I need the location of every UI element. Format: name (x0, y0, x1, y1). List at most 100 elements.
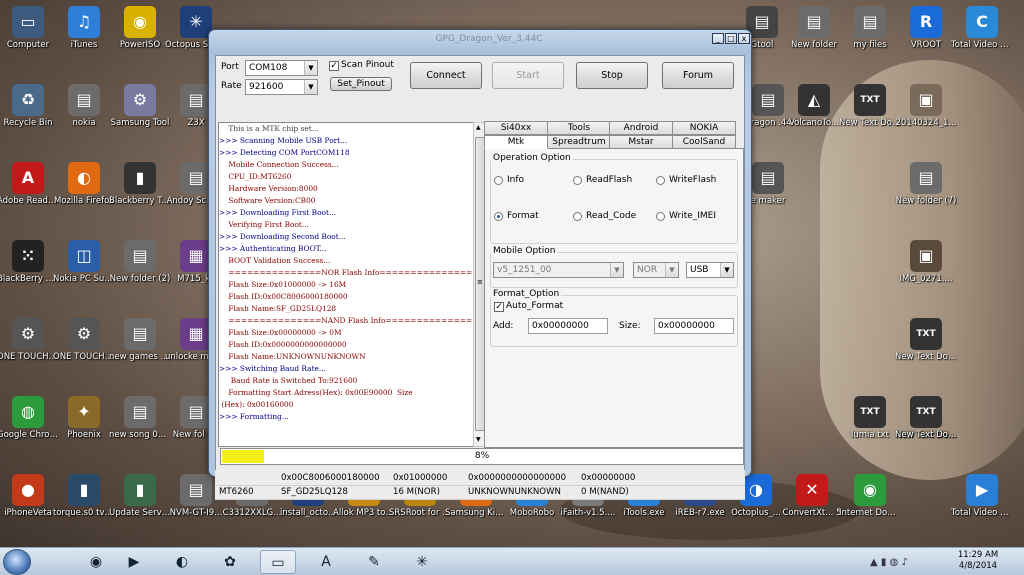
desktop-icon[interactable]: ▤ new games 2014 (109, 318, 171, 362)
taskbar-item[interactable]: ✿ (212, 550, 248, 574)
desktop-icon-label: new games 2014 (109, 352, 171, 362)
maximize-button[interactable]: □ (725, 33, 737, 44)
tab-si40xx[interactable]: Si40xx (484, 121, 548, 135)
minimize-button[interactable]: _ (712, 33, 724, 44)
desktop-icon[interactable]: ✦ Phoenix (53, 396, 115, 440)
tab-android[interactable]: Android (609, 121, 673, 135)
desktop-icon[interactable]: A Adobe Reader 9 (0, 162, 59, 206)
app-icon: ◍ (12, 396, 44, 428)
desktop-icon[interactable]: ◐ Mozilla Firefox (53, 162, 115, 206)
taskbar-item[interactable]: ▶ (116, 550, 152, 574)
desktop-icon-label: lumia.txt (851, 430, 889, 440)
chevron-down-icon[interactable]: ▼ (610, 263, 623, 277)
log-output[interactable]: This is a MTK chip set... >>> Scanning Mo… (218, 122, 474, 447)
radio-format[interactable] (494, 212, 503, 221)
desktop-icon[interactable]: ▤ nokia (53, 84, 115, 128)
desktop-icon[interactable]: TXT New Text Docume... (895, 396, 957, 440)
desktop-icon[interactable]: R VROOT (895, 6, 957, 50)
desktop-icon[interactable]: ♻ Recycle Bin (0, 84, 59, 128)
scroll-down-icon[interactable]: ▼ (476, 436, 481, 443)
scan-pinout-checkbox[interactable]: ✓ (329, 61, 339, 71)
desktop-icon-label: Samsung Tool (110, 118, 170, 128)
desktop-icon-label: ConvertXt... 5 (782, 508, 842, 518)
tab-mstar[interactable]: Mstar (609, 135, 673, 149)
app-icon: ▤ (854, 6, 886, 38)
radio-info[interactable] (494, 176, 503, 185)
desktop-icon[interactable]: ▭ Computer (0, 6, 59, 50)
start-button[interactable]: Start (492, 62, 564, 89)
title-bar[interactable]: GPG_Dragon_Ver_3.44C _ □ x (209, 30, 751, 52)
desktop-icon[interactable]: ▣ IMG_0271.... (895, 240, 957, 284)
taskbar-item[interactable]: ✳ (404, 550, 440, 574)
radio-read_code[interactable] (573, 212, 582, 221)
add-field[interactable]: 0x00000000 (528, 318, 608, 334)
chevron-down-icon[interactable]: ▼ (304, 80, 317, 94)
rate-select[interactable]: 921600 ▼ (245, 79, 318, 95)
radio-writeflash[interactable] (656, 176, 665, 185)
desktop-icon[interactable]: ⁙ BlackBerry Desktop... (0, 240, 59, 284)
window-title: GPG_Dragon_Ver_3.44C (435, 34, 543, 44)
desktop-icon[interactable]: ▣ 20140324_1... (895, 84, 957, 128)
desktop-icon[interactable]: ▤ New folder (7) (895, 162, 957, 206)
start-button[interactable] (3, 549, 31, 575)
desktop-icon[interactable]: ⚙ ONE TOUCH Upgrade S... (53, 318, 115, 362)
log-line: Flash Name:UNKNOWNUNKNOWN (219, 352, 366, 361)
connect-button[interactable]: Connect (410, 62, 482, 89)
desktop-icon[interactable]: ◉ PowerISO (109, 6, 171, 50)
desktop-icon[interactable]: ◍ Google Chrome (0, 396, 59, 440)
desktop-icon[interactable]: ♫ iTunes (53, 6, 115, 50)
radio-write_imei[interactable] (656, 212, 665, 221)
radio-label-info: Info (507, 175, 525, 185)
close-button[interactable]: x (738, 33, 750, 44)
desktop-icon[interactable]: C Total Video Converter (951, 6, 1013, 50)
desktop-icon[interactable]: ▤ new song 01-04-2014 (109, 396, 171, 440)
desktop-icon[interactable]: ▤ New folder (783, 6, 845, 50)
desktop-icon[interactable]: ◭ VolcanoTo... (783, 84, 845, 128)
connection-type-select[interactable]: USB ▼ (686, 262, 734, 278)
clock[interactable]: 11:29 AM 4/8/2014 (950, 550, 1006, 572)
app-icon: ♫ (68, 6, 100, 38)
tab-mtk[interactable]: Mtk (484, 135, 548, 149)
tab-tools[interactable]: Tools (547, 121, 611, 135)
desktop-icon[interactable]: ▮ Blackberry Tools (109, 162, 171, 206)
desktop-icon[interactable]: ● iPhoneVeta (0, 474, 59, 518)
radio-readflash[interactable] (573, 176, 582, 185)
set-pinout-button[interactable]: Set_Pinout (330, 77, 392, 91)
taskbar-item[interactable]: ▭ (260, 550, 296, 574)
desktop-icon[interactable]: TXT New Text Document... (839, 84, 901, 128)
tab-spreadtrum[interactable]: Spreadtrum (547, 135, 611, 149)
desktop-icon[interactable]: ▤ New folder (2) (109, 240, 171, 284)
tab-coolsand[interactable]: CoolSand (672, 135, 736, 149)
stop-button[interactable]: Stop (576, 62, 648, 89)
auto-format-checkbox[interactable]: ✓ (494, 302, 504, 312)
app-icon: ▮ (68, 474, 100, 506)
chevron-down-icon[interactable]: ▼ (665, 263, 678, 277)
desktop-icon[interactable]: ◉ Internet Downlo... (839, 474, 901, 518)
desktop-icon[interactable]: TXT lumia.txt (839, 396, 901, 440)
taskbar-item[interactable]: A (308, 550, 344, 574)
desktop-icon[interactable]: ▤ my files (839, 6, 901, 50)
system-tray[interactable]: ▲ ▮ ◍ ♪ (870, 557, 908, 568)
scroll-up-icon[interactable]: ▲ (476, 124, 481, 131)
chevron-down-icon[interactable]: ▼ (720, 263, 733, 277)
taskbar-item[interactable]: ✎ (356, 550, 392, 574)
taskbar-item[interactable]: ◉ (78, 550, 114, 574)
desktop-icon[interactable]: ⚙ ONE TOUCH Upgrade S... (0, 318, 59, 362)
desktop-icon[interactable]: ◫ Nokia PC Suite (53, 240, 115, 284)
desktop-icon[interactable]: ▮ Update Service (109, 474, 171, 518)
forum-button[interactable]: Forum (662, 62, 734, 89)
desktop-icon[interactable]: ⚙ Samsung Tool (109, 84, 171, 128)
desktop-icon[interactable]: ▶ Total Video Player (951, 474, 1013, 518)
flash-type-select[interactable]: NOR ▼ (633, 262, 679, 278)
model-select[interactable]: v5_1251_00 ▼ (493, 262, 624, 278)
port-select[interactable]: COM108 ▼ (245, 60, 318, 76)
tab-nokia[interactable]: NOKIA (672, 121, 736, 135)
chevron-down-icon[interactable]: ▼ (304, 61, 317, 75)
taskbar-item[interactable]: ◐ (164, 550, 200, 574)
desktop-icon-label: VROOT (910, 40, 942, 50)
desktop-icon[interactable]: ✕ ConvertXt... 5 (781, 474, 843, 518)
log-line: Flash ID:0x00C8006000180000 (219, 292, 348, 301)
size-field[interactable]: 0x00000000 (654, 318, 734, 334)
desktop-icon[interactable]: TXT New Text Docume... (895, 318, 957, 362)
desktop-icon[interactable]: ▮ torque.s0 tv+wifi (53, 474, 115, 518)
